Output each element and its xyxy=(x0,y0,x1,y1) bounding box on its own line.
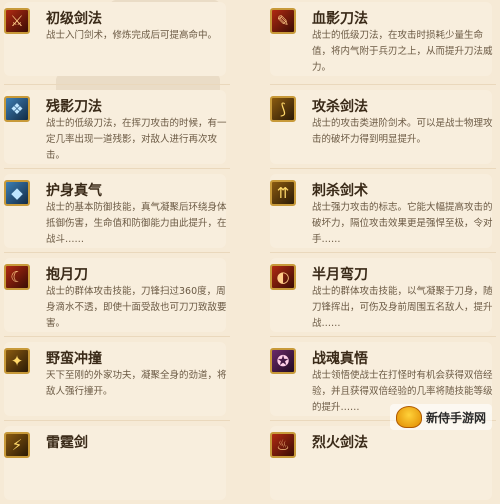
row-divider xyxy=(270,84,496,85)
lightning-sword-icon: ⚡ xyxy=(4,432,30,458)
skill-card-xueying-daofa[interactable]: ✎ 血影刀法 战士的低级刀法，在攻击时损耗少量生命值，将内气附于兵刃之上，从而提… xyxy=(266,0,496,80)
flame-sword-icon: ♨ xyxy=(270,432,296,458)
row-divider xyxy=(4,420,230,421)
skill-title: 残影刀法 xyxy=(46,99,102,115)
half-moon-icon: ◐ xyxy=(270,264,296,290)
row-divider xyxy=(4,84,230,85)
skill-card-liehuo-jianfa[interactable]: ♨ 烈火剑法 xyxy=(266,424,496,504)
skill-description: 战士的攻击类进阶剑术。可以是战士物理攻击的破坏力得到明显提升。 xyxy=(312,118,493,145)
blood-blade-icon: ✎ xyxy=(270,8,296,34)
skill-card-hushen-zhenqi[interactable]: ◆ 护身真气 战士的基本防御技能，真气凝聚后环绕身体抵御伤害，生命值和防御能力由… xyxy=(0,172,230,252)
skill-description: 战士的群体攻击技能，以气凝聚于刀身，随刀锋挥出，可伤及身前周围五名敌人，提升战…… xyxy=(312,286,493,329)
slash-icon: ⟆ xyxy=(270,96,296,122)
row-divider xyxy=(4,252,230,253)
skill-title: 雷霆剑 xyxy=(46,435,88,451)
skill-description: 战士入门剑术，修炼完成后可提高命中。 xyxy=(46,30,218,41)
skill-card-canying-daofa[interactable]: ❖ 残影刀法 战士的低级刀法，在挥刀攻击的时候，有一定几率出现一道残影，对敌人进… xyxy=(0,88,230,168)
skill-title: 初级剑法 xyxy=(46,11,102,27)
skill-card-banyue-wandao[interactable]: ◐ 半月弯刀 战士的群体攻击技能，以气凝聚于刀身，随刀锋挥出，可伤及身前周围五名… xyxy=(266,256,496,336)
card-background xyxy=(4,426,226,500)
skill-card-baoyue-dao[interactable]: ☾ 抱月刀 战士的群体攻击技能，刀锋扫过360度，周身滴水不透，即使十面受敌也可… xyxy=(0,256,230,336)
card-background xyxy=(270,426,492,500)
skill-description: 战士的低级刀法，在攻击时损耗少量生命值，将内气附于兵刃之上，从而提升刀法威力。 xyxy=(312,30,493,73)
row-divider xyxy=(270,168,496,169)
skill-title: 刺杀剑术 xyxy=(312,183,368,199)
site-watermark: 新侍手游网 xyxy=(389,404,492,430)
skill-card-cisha-jianshu[interactable]: ⇈ 刺杀剑术 战士强力攻击的标志。它能大幅提高攻击的破坏力，隔位攻击效果更是强悍… xyxy=(266,172,496,252)
skill-title: 护身真气 xyxy=(46,183,102,199)
skill-title: 攻杀剑法 xyxy=(312,99,368,115)
skill-description: 战士的低级刀法，在挥刀攻击的时候，有一定几率出现一道残影，对敌人进行再次攻击。 xyxy=(46,118,227,161)
skill-card-gongsha-jianfa[interactable]: ⟆ 攻杀剑法 战士的攻击类进阶剑术。可以是战士物理攻击的破坏力得到明显提升。 xyxy=(266,88,496,168)
skill-grid: ⚔ 初级剑法 战士入门剑术，修炼完成后可提高命中。 ❖ 残影刀法 战士的低级刀法… xyxy=(0,0,500,500)
skill-description: 战士强力攻击的标志。它能大幅提高攻击的破坏力，隔位攻击效果更是强悍至极，令对手…… xyxy=(312,202,493,245)
skill-card-leiting-jian[interactable]: ⚡ 雷霆剑 xyxy=(0,424,230,504)
row-divider xyxy=(4,168,230,169)
war-soul-icon: ✪ xyxy=(270,348,296,374)
skill-title: 烈火剑法 xyxy=(312,435,368,451)
skill-title: 抱月刀 xyxy=(46,267,88,283)
skill-card-chuji-jianfa[interactable]: ⚔ 初级剑法 战士入门剑术，修炼完成后可提高命中。 xyxy=(0,0,230,80)
skill-card-yeman-chongzhuang[interactable]: ✦ 野蛮冲撞 天下至刚的外家功夫，凝聚全身的劲道，将敌人强行撞开。 xyxy=(0,340,230,420)
skill-title: 战魂真悟 xyxy=(312,351,368,367)
skill-description: 战士的基本防御技能，真气凝聚后环绕身体抵御伤害，生命值和防御能力由此提升，在战斗… xyxy=(46,202,227,245)
skill-title: 野蛮冲撞 xyxy=(46,351,102,367)
sword-icon: ⚔ xyxy=(4,8,30,34)
thrust-icon: ⇈ xyxy=(270,180,296,206)
watermark-text: 新侍手游网 xyxy=(425,410,486,425)
shield-crystal-icon: ◆ xyxy=(4,180,30,206)
skill-description: 战士的群体攻击技能，刀锋扫过360度，周身滴水不透，即使十面受敌也可刀刀致敌要害… xyxy=(46,286,227,329)
crescent-blade-icon: ☾ xyxy=(4,264,30,290)
skill-title: 半月弯刀 xyxy=(312,267,368,283)
row-divider xyxy=(4,336,230,337)
row-divider xyxy=(270,336,496,337)
row-divider xyxy=(270,252,496,253)
charge-icon: ✦ xyxy=(4,348,30,374)
skill-title: 血影刀法 xyxy=(312,11,368,27)
crystal-icon: ❖ xyxy=(4,96,30,122)
skill-description: 天下至刚的外家功夫，凝聚全身的劲道，将敌人强行撞开。 xyxy=(46,370,227,397)
site-logo-icon xyxy=(395,406,422,428)
